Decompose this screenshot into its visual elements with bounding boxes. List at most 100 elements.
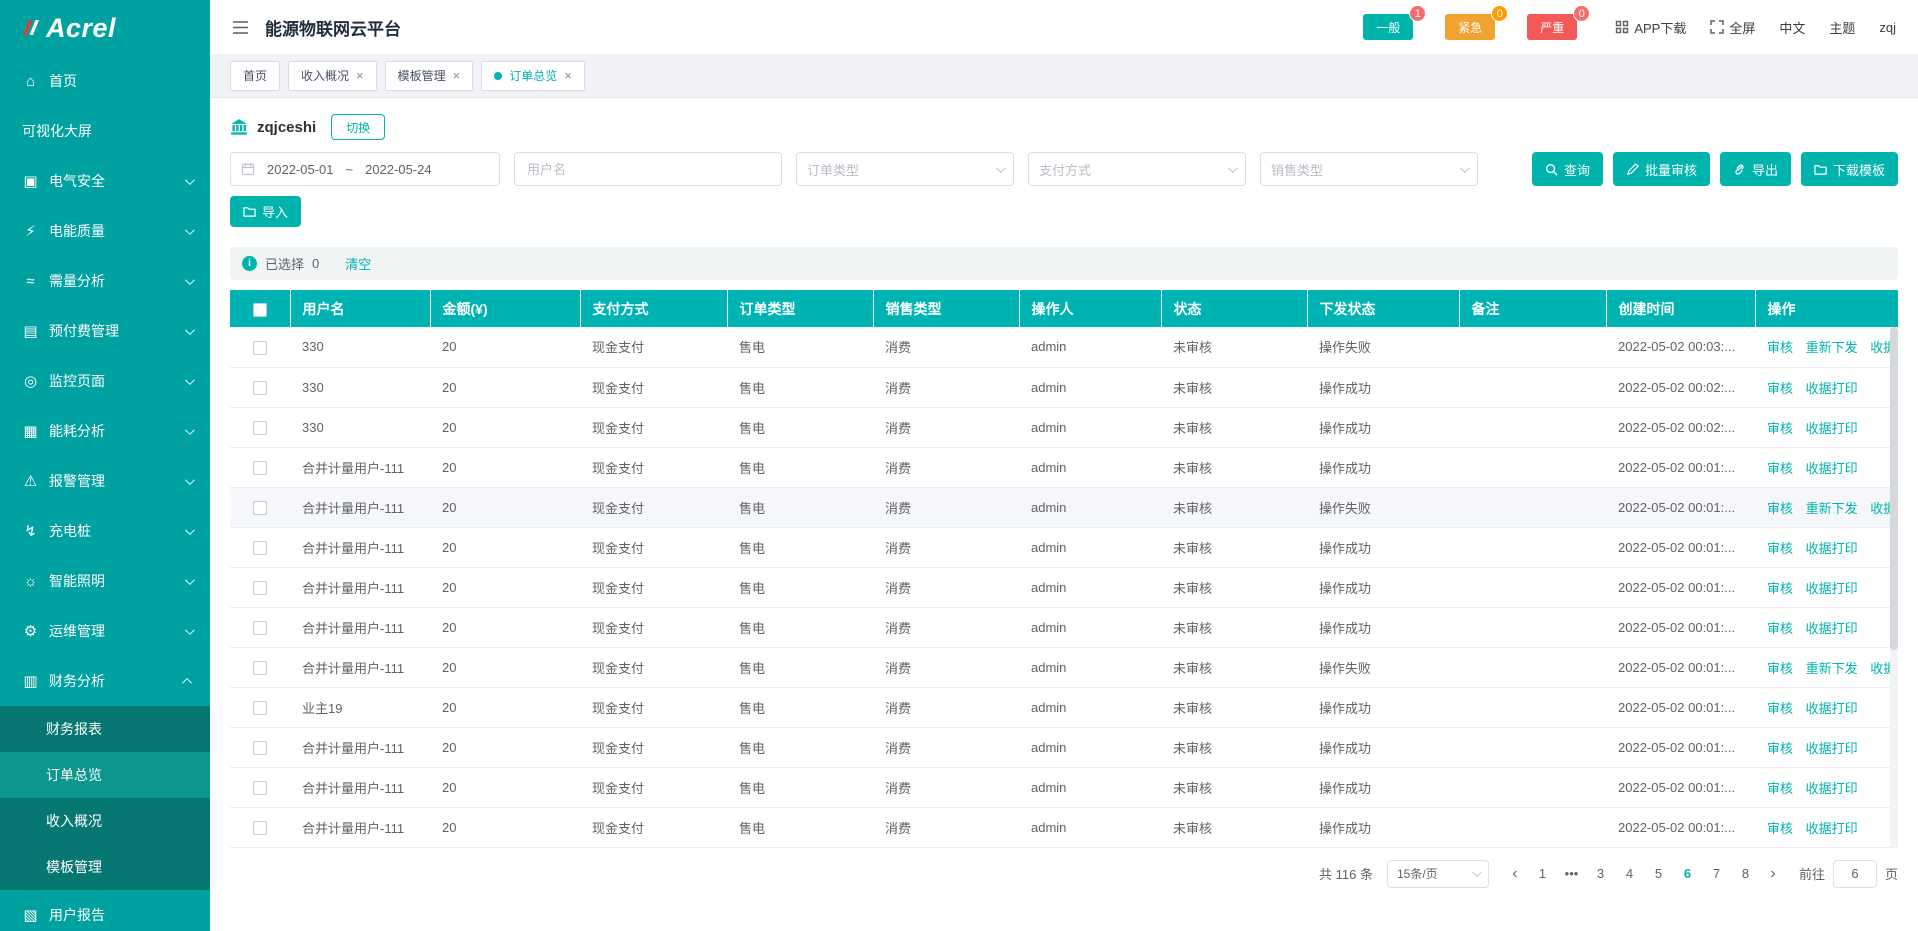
row-checkbox[interactable]: [253, 541, 267, 555]
row-checkbox[interactable]: [253, 381, 267, 395]
sidebar-subitem[interactable]: 模板管理: [0, 844, 210, 890]
sidebar-item[interactable]: ⚡ 电能质量: [0, 206, 210, 256]
pay-method-select[interactable]: 支付方式: [1028, 152, 1246, 186]
page-number[interactable]: 7: [1703, 860, 1730, 888]
switch-account-button[interactable]: 切换: [331, 114, 385, 140]
prev-page-button[interactable]: ‹: [1503, 860, 1527, 888]
audit-link[interactable]: 审核: [1767, 381, 1793, 396]
sidebar-item[interactable]: ▧ 用户报告: [0, 890, 210, 931]
row-checkbox[interactable]: [253, 501, 267, 515]
row-checkbox[interactable]: [253, 821, 267, 835]
sidebar-item[interactable]: ▣ 电气安全: [0, 156, 210, 206]
audit-link[interactable]: 审核: [1767, 741, 1793, 756]
row-checkbox[interactable]: [253, 421, 267, 435]
audit-link[interactable]: 审核: [1767, 501, 1793, 516]
theme-switch[interactable]: 主题: [1829, 18, 1855, 37]
fullscreen-button[interactable]: 全屏: [1710, 18, 1755, 37]
redispatch-link[interactable]: 收据打印: [1806, 381, 1858, 396]
row-checkbox[interactable]: [253, 741, 267, 755]
sidebar-subitem[interactable]: 收入概况: [0, 798, 210, 844]
redispatch-link[interactable]: 重新下发: [1806, 501, 1858, 516]
alarm-urgent-button[interactable]: 紧急 0: [1445, 14, 1495, 40]
sidebar-item[interactable]: 可视化大屏: [0, 106, 210, 156]
table-scrollbar-thumb[interactable]: [1890, 327, 1898, 650]
page-number[interactable]: 3: [1587, 860, 1614, 888]
audit-link[interactable]: 审核: [1767, 621, 1793, 636]
app-download-link[interactable]: APP下载: [1615, 18, 1686, 37]
tab[interactable]: 模板管理 ×: [385, 61, 474, 91]
tab[interactable]: 收入概况 ×: [288, 61, 377, 91]
row-checkbox[interactable]: [253, 461, 267, 475]
order-type-select[interactable]: 订单类型: [796, 152, 1014, 186]
next-page-button[interactable]: ›: [1761, 860, 1785, 888]
batch-audit-button[interactable]: 批量审核: [1613, 152, 1710, 186]
clear-selection-link[interactable]: 清空: [345, 254, 371, 273]
redispatch-link[interactable]: 收据打印: [1806, 621, 1858, 636]
page-number[interactable]: •••: [1558, 860, 1585, 888]
sidebar-item[interactable]: ≈ 需量分析: [0, 256, 210, 306]
alarm-severe-button[interactable]: 严重 0: [1527, 14, 1577, 40]
audit-link[interactable]: 审核: [1767, 461, 1793, 476]
audit-link[interactable]: 审核: [1767, 781, 1793, 796]
audit-link[interactable]: 审核: [1767, 581, 1793, 596]
search-button[interactable]: 查询: [1532, 152, 1603, 186]
redispatch-link[interactable]: 收据打印: [1806, 701, 1858, 716]
goto-page-input[interactable]: [1833, 860, 1877, 888]
alarm-general-button[interactable]: 一般 1: [1363, 14, 1413, 40]
sidebar-item[interactable]: ☼ 智能照明: [0, 556, 210, 606]
sidebar-item[interactable]: ⚙ 运维管理: [0, 606, 210, 656]
download-template-button[interactable]: 下载模板: [1801, 152, 1898, 186]
export-button[interactable]: 导出: [1720, 152, 1791, 186]
redispatch-link[interactable]: 收据打印: [1806, 581, 1858, 596]
audit-link[interactable]: 审核: [1767, 661, 1793, 676]
tab[interactable]: 首页 ×: [230, 61, 280, 91]
redispatch-link[interactable]: 收据打印: [1806, 741, 1858, 756]
redispatch-link[interactable]: 收据打印: [1806, 821, 1858, 836]
language-switch[interactable]: 中文: [1779, 18, 1805, 37]
sidebar-item[interactable]: ⌂ 首页: [0, 56, 210, 106]
redispatch-link[interactable]: 收据打印: [1806, 541, 1858, 556]
page-size-select[interactable]: 15条/页: [1387, 860, 1489, 888]
sidebar-item[interactable]: ⚠ 报警管理: [0, 456, 210, 506]
redispatch-link[interactable]: 重新下发: [1806, 340, 1858, 355]
sale-type-select[interactable]: 销售类型: [1260, 152, 1478, 186]
select-all-checkbox[interactable]: [253, 303, 267, 317]
redispatch-link[interactable]: 收据打印: [1806, 421, 1858, 436]
redispatch-link[interactable]: 重新下发: [1806, 661, 1858, 676]
tab[interactable]: 订单总览 ×: [481, 61, 585, 91]
username-input[interactable]: [514, 152, 782, 186]
row-checkbox[interactable]: [253, 661, 267, 675]
date-range-picker[interactable]: 2022-05-01 ~ 2022-05-24: [230, 152, 500, 186]
user-menu[interactable]: zqj: [1879, 20, 1896, 35]
row-checkbox[interactable]: [253, 581, 267, 595]
page-number[interactable]: 8: [1732, 860, 1759, 888]
row-checkbox[interactable]: [253, 341, 267, 355]
page-number[interactable]: 5: [1645, 860, 1672, 888]
redispatch-link[interactable]: 收据打印: [1806, 781, 1858, 796]
sidebar-subitem[interactable]: 财务报表: [0, 706, 210, 752]
audit-link[interactable]: 审核: [1767, 541, 1793, 556]
tab-close-icon[interactable]: ×: [564, 69, 572, 82]
tab-close-icon[interactable]: ×: [453, 69, 461, 82]
page-number[interactable]: 4: [1616, 860, 1643, 888]
row-checkbox[interactable]: [253, 701, 267, 715]
tab-close-icon[interactable]: ×: [356, 69, 364, 82]
sidebar-item[interactable]: ◎ 监控页面: [0, 356, 210, 406]
sidebar-item[interactable]: ▥ 财务分析: [0, 656, 210, 706]
page-number[interactable]: 1: [1529, 860, 1556, 888]
sidebar-subitem[interactable]: 订单总览: [0, 752, 210, 798]
page-number[interactable]: 6: [1674, 860, 1701, 888]
import-button[interactable]: 导入: [230, 196, 301, 227]
sidebar-item[interactable]: ↯ 充电桩: [0, 506, 210, 556]
row-checkbox[interactable]: [253, 621, 267, 635]
row-checkbox[interactable]: [253, 781, 267, 795]
audit-link[interactable]: 审核: [1767, 701, 1793, 716]
collapse-sidebar-icon[interactable]: [232, 20, 249, 35]
audit-link[interactable]: 审核: [1767, 340, 1793, 355]
sidebar-item[interactable]: ▤ 预付费管理: [0, 306, 210, 356]
redispatch-link[interactable]: 收据打印: [1806, 461, 1858, 476]
cell-order-type: 售电: [727, 807, 873, 847]
audit-link[interactable]: 审核: [1767, 421, 1793, 436]
sidebar-item[interactable]: ▦ 能耗分析: [0, 406, 210, 456]
audit-link[interactable]: 审核: [1767, 821, 1793, 836]
